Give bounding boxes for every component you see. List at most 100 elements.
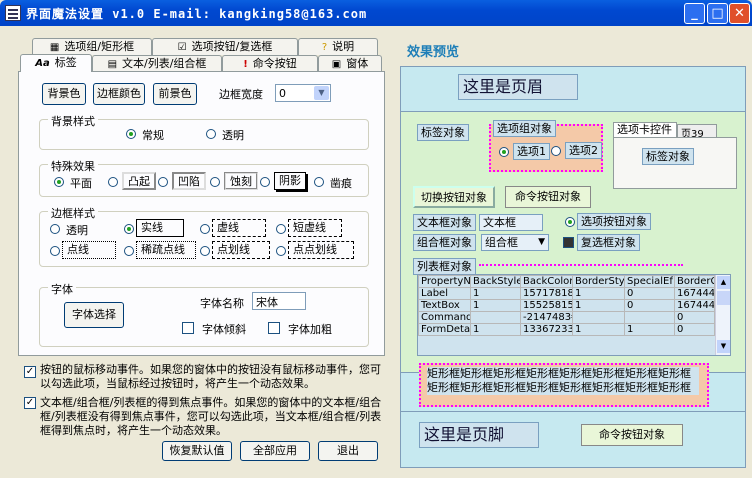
preview-command-button[interactable]: 命令按钮对象 (505, 186, 591, 208)
fore-color-button[interactable]: 前景色 (153, 83, 197, 105)
preview-tab-page[interactable]: 页39 (677, 124, 717, 140)
border-color-button[interactable]: 边框颜色 (93, 83, 145, 105)
radio-border-dotted[interactable] (50, 246, 60, 256)
preview-listbox[interactable]: PropertyN BackStyle BackColor BorderSty … (417, 274, 731, 356)
border-width-label: 边框宽度 (219, 88, 263, 101)
preview-list-focus-line (479, 264, 683, 266)
preview-rectangle: 矩形框矩形框矩形框矩形框矩形框矩形框矩形框矩形框矩形框矩形框矩形框矩形框矩形框矩… (419, 363, 709, 407)
grid-icon: ▦ (49, 42, 60, 53)
title-bar: 界面魔法设置 v1.0 E-mail: kangking58@163.com _… (0, 0, 752, 26)
preview-option-group[interactable]: 选项组对象 选项1 选项2 (489, 120, 603, 172)
preview-radio-opt1[interactable] (499, 147, 509, 157)
hover-effect-text: 按钮的鼠标移动事件。如果您的窗体中的按钮没有鼠标移动事件，您可以勾选此项，当鼠标… (40, 363, 381, 390)
radio-border-dash-dot-dot[interactable] (276, 246, 286, 256)
preview-rectangle-text: 矩形框矩形框矩形框矩形框矩形框矩形框矩形框矩形框矩形框矩形框矩形框矩形框矩形框矩… (427, 367, 699, 395)
preview-checkbox[interactable] (563, 237, 574, 248)
preview-tab-body: 标签对象 (613, 137, 737, 189)
footer-command-button[interactable]: 命令按钮对象 (581, 424, 683, 446)
footer-label: 这里是页脚 (419, 422, 539, 448)
exit-button[interactable]: 退出 (318, 441, 378, 461)
list-row[interactable]: TextBox115525815101674444 (418, 299, 715, 312)
list-header-cell: BorderC (674, 275, 715, 288)
question-icon: ? (321, 42, 328, 53)
focus-effect-checkbox[interactable]: ✓ (24, 397, 36, 409)
radio-bg-transparent[interactable] (206, 129, 216, 139)
radio-effect-chiseled[interactable] (314, 177, 324, 187)
list-header-cell: BackColor (520, 275, 573, 288)
effect-group: 特殊效果 平面 凸起 凹陷 蚀刻 阴影 凿痕 (39, 158, 369, 197)
list-header-cell: BorderSty (572, 275, 625, 288)
minimize-button[interactable]: _ (684, 3, 705, 24)
scroll-up-icon[interactable]: ▲ (717, 276, 730, 289)
preview-title: 效果预览 (407, 45, 460, 60)
font-name-field[interactable]: 宋体 (252, 292, 306, 310)
preview-footer-section: 这里是页脚 命令按钮对象 (401, 411, 745, 467)
restore-default-button[interactable]: 恢复默认值 (162, 441, 232, 461)
radio-bg-normal[interactable] (126, 129, 136, 139)
radio-effect-flat[interactable] (54, 177, 64, 187)
tab-form[interactable]: ▣ 窗体 (318, 55, 382, 72)
scroll-thumb[interactable] (717, 291, 730, 305)
tab-option-button-checkbox[interactable]: ☑ 选项按钮/复选框 (152, 38, 298, 55)
border-width-select[interactable]: 0 ▼ (275, 84, 331, 102)
radio-effect-sunken[interactable] (158, 177, 168, 187)
radio-border-dashed[interactable] (200, 224, 210, 234)
list-row[interactable]: CommandBu-2147483€0 (418, 311, 715, 324)
bg-color-button[interactable]: 背景色 (42, 83, 86, 105)
radio-border-short-dash[interactable] (276, 224, 286, 234)
scroll-down-icon[interactable]: ▼ (717, 340, 730, 353)
bold-checkbox[interactable] (268, 322, 280, 334)
close-button[interactable]: ✕ (729, 3, 750, 24)
font-choose-button[interactable]: 字体选择 (64, 302, 124, 328)
preview-combo-label: 组合框对象 (413, 234, 476, 251)
radio-border-dash-dot[interactable] (200, 246, 210, 256)
list-row[interactable]: FormDetai 1 13367233 1 1 0 (418, 323, 715, 336)
preview-textbox-label: 文本框对象 (413, 214, 476, 231)
radio-effect-shadow[interactable] (260, 177, 270, 187)
focus-effect-text: 文本框/组合框/列表框的得到焦点事件。如果您的窗体中的文本框/组合框/列表框没有… (40, 396, 382, 437)
preview-textbox[interactable]: 文本框 (479, 214, 543, 231)
tab-option-group-rect[interactable]: ▦ 选项组/矩形框 (32, 38, 152, 55)
preview-list-label: 列表框对象 (413, 258, 476, 275)
preview-toggle-button[interactable]: 切换按钮对象 (413, 186, 495, 208)
label-tab-panel: 背景色 边框颜色 前景色 边框宽度 0 ▼ 背景样式 常规 透明 特殊效果 平面… (18, 71, 385, 356)
chevron-down-icon: ▼ (538, 237, 545, 247)
preview-radio-opt2[interactable] (551, 146, 561, 156)
window-title: 界面魔法设置 v1.0 E-mail: kangking58@163.com (26, 7, 368, 21)
preview-combo[interactable]: 组合框 ▼ (481, 234, 549, 251)
apply-all-button[interactable]: 全部应用 (240, 441, 310, 461)
exclaim-icon: ! (243, 59, 248, 70)
preview-label-object: 标签对象 (417, 124, 469, 141)
radio-border-transparent[interactable] (50, 224, 60, 234)
list-scrollbar[interactable]: ▲ ▼ (715, 275, 730, 355)
tab-command-button[interactable]: ! 命令按钮 (222, 55, 318, 72)
list-header-cell: SpecialEf (624, 275, 675, 288)
list-header-cell: PropertyN (418, 275, 471, 288)
tab-text-list-combo[interactable]: ▤ 文本/列表/组合框 (92, 55, 222, 72)
text-aa-icon: Aa (35, 58, 50, 69)
radio-border-solid[interactable] (124, 224, 134, 234)
preview-list-table: PropertyN BackStyle BackColor BorderSty … (418, 275, 715, 336)
check-icon: ☑ (177, 42, 187, 53)
maximize-button[interactable]: □ (707, 3, 728, 24)
preview-option-button[interactable] (565, 217, 575, 227)
preview-option-button-label: 选项按钮对象 (577, 213, 651, 230)
radio-effect-etched[interactable] (210, 177, 220, 187)
bg-style-group: 背景样式 常规 透明 (39, 113, 369, 150)
italic-checkbox[interactable] (182, 322, 194, 334)
app-icon (5, 5, 21, 21)
preview-checkbox-label: 复选框对象 (577, 234, 640, 251)
header-label: 这里是页眉 (458, 74, 578, 100)
hover-effect-checkbox[interactable]: ✓ (24, 366, 36, 378)
listbox-icon: ▤ (107, 59, 118, 70)
list-row[interactable]: Label115717818101674444 (418, 287, 715, 300)
radio-effect-raised[interactable] (108, 177, 118, 187)
radio-border-sparse-dot[interactable] (124, 246, 134, 256)
preview-detail-section: 标签对象 选项组对象 选项1 选项2 选项卡控件 页39 标签对象 切换按钮对象… (401, 111, 745, 373)
form-icon: ▣ (331, 59, 342, 70)
preview-tab-active[interactable]: 选项卡控件 (613, 122, 677, 138)
tab-label[interactable]: Aa 标签 (20, 54, 92, 72)
chevron-down-icon: ▼ (314, 86, 329, 100)
preview-tab-control: 选项卡控件 页39 标签对象 (613, 122, 737, 189)
tab-help[interactable]: ? 说明 (298, 38, 378, 55)
